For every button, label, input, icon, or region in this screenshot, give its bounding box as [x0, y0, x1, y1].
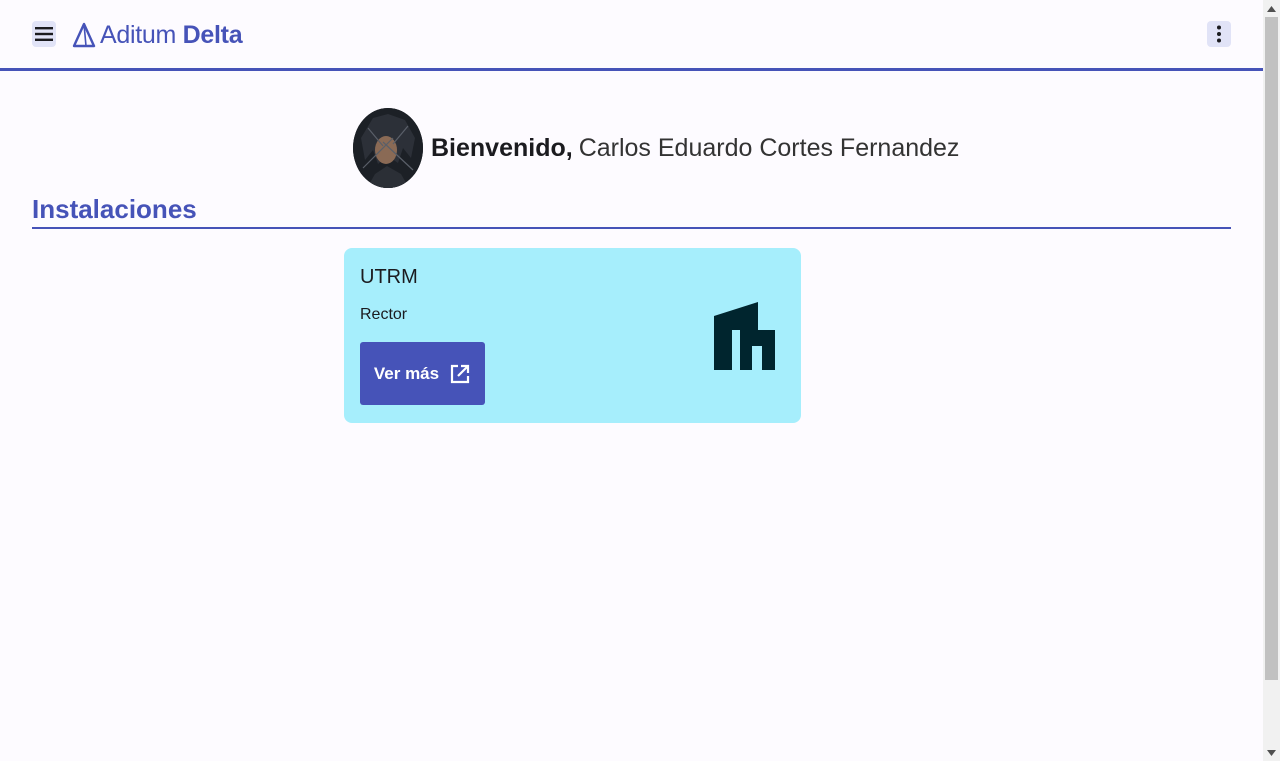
- page-scrollbar[interactable]: [1263, 0, 1280, 761]
- more-options-button[interactable]: [1207, 21, 1231, 47]
- hamburger-menu-icon: [35, 27, 53, 41]
- menu-button[interactable]: [32, 21, 56, 47]
- more-vertical-icon: [1217, 25, 1221, 43]
- top-app-bar: Aditum Delta: [0, 0, 1263, 71]
- section-divider: [32, 227, 1231, 229]
- welcome-banner: Bienvenido, Carlos Eduardo Cortes Fernand…: [353, 108, 959, 188]
- section-title: Instalaciones: [32, 194, 197, 224]
- scroll-thumb[interactable]: [1265, 17, 1278, 680]
- view-more-label: Ver más: [373, 363, 440, 383]
- welcome-greeting: Bienvenido, Carlos Eduardo Cortes Fernand…: [431, 134, 959, 163]
- greeting-text: Bienvenido,: [431, 133, 573, 162]
- view-more-button[interactable]: Ver más: [360, 342, 485, 405]
- avatar: [353, 108, 423, 188]
- building-icon: [714, 302, 775, 370]
- scroll-down-arrow-icon[interactable]: [1263, 744, 1280, 761]
- installation-role: Rector: [360, 306, 408, 323]
- installation-card: UTRM Rector Ver más: [344, 248, 801, 423]
- scroll-up-arrow-icon[interactable]: [1263, 0, 1280, 17]
- user-name: Carlos Eduardo Cortes Fernandez: [578, 133, 960, 162]
- external-link-icon: [451, 364, 470, 383]
- logo-name-bold: Delta: [182, 20, 243, 49]
- app-logo[interactable]: Aditum Delta: [72, 20, 243, 50]
- logo-text: Aditum Delta: [100, 20, 243, 50]
- logo-name-light: Aditum: [100, 20, 177, 49]
- triangle-logo-icon: [72, 22, 96, 48]
- installation-name: UTRM: [360, 266, 418, 288]
- app-page: Aditum Delta Bienvenido, Carlos Eduardo C…: [0, 0, 1280, 761]
